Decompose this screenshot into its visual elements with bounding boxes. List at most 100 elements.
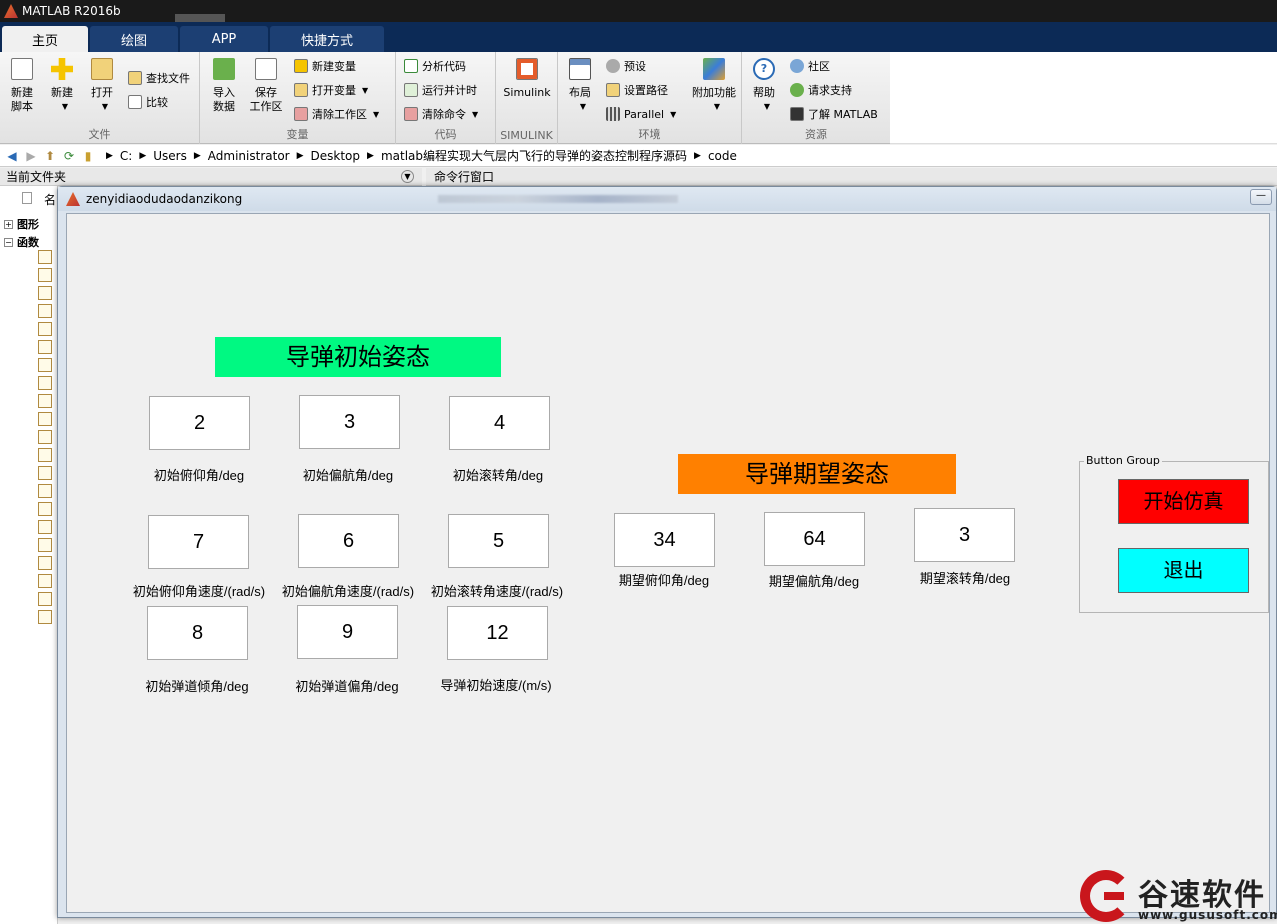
new-script-button[interactable]: 新建 脚本	[2, 58, 42, 114]
breadcrumb-segment[interactable]: Users	[153, 149, 187, 163]
mfile-icon[interactable]	[38, 286, 52, 300]
init-roll-input[interactable]: 4	[449, 396, 550, 450]
mfile-icon[interactable]	[38, 592, 52, 606]
forward-icon[interactable]: ▶	[23, 149, 39, 163]
mfile-icon[interactable]	[38, 412, 52, 426]
init-speed-input[interactable]: 12	[447, 606, 548, 660]
layout-button[interactable]: 布局 ▼	[560, 58, 600, 114]
collapse-icon[interactable]: −	[4, 237, 13, 247]
run-and-time-button[interactable]: 运行并计时	[404, 80, 477, 100]
mfile-icon[interactable]	[38, 340, 52, 354]
up-folder-icon[interactable]: ⬆	[42, 149, 58, 163]
set-path-icon	[606, 83, 620, 97]
new-variable-button[interactable]: 新建变量	[294, 56, 356, 76]
mfile-icon[interactable]	[38, 358, 52, 372]
save-workspace-button[interactable]: 保存 工作区	[246, 58, 286, 114]
browse-icon[interactable]: ⟳	[61, 149, 77, 163]
group-variable: 导入 数据 保存 工作区 新建变量 打开变量 ▼ 清除工作区 ▼ 变量	[200, 52, 396, 144]
desired-roll-label: 期望滚转角/deg	[919, 571, 1011, 586]
desired-roll-input[interactable]: 3	[914, 508, 1015, 562]
mfile-icon[interactable]	[38, 268, 52, 282]
help-icon: ?	[753, 58, 775, 80]
init-roll-label: 初始滚转角/deg	[452, 468, 544, 483]
group-code: 分析代码 运行并计时 清除命令 ▼ 代码	[396, 52, 496, 144]
learn-icon	[790, 107, 804, 121]
eraser-icon	[404, 107, 418, 121]
mfile-icon[interactable]	[38, 538, 52, 552]
name-column-header[interactable]: 名	[44, 191, 56, 208]
community-button[interactable]: 社区	[790, 56, 830, 76]
open-variable-button[interactable]: 打开变量 ▼	[294, 80, 368, 100]
breadcrumb-segment[interactable]: Desktop	[311, 149, 361, 163]
matlab-logo-icon	[66, 192, 80, 206]
chevron-down-icon: ▼	[101, 102, 109, 111]
mfile-icon[interactable]	[38, 574, 52, 588]
mfile-icon[interactable]	[38, 322, 52, 336]
compare-button[interactable]: 比较	[128, 92, 168, 112]
parallel-button[interactable]: Parallel ▼	[606, 104, 676, 124]
help-button[interactable]: ? 帮助 ▼	[744, 58, 784, 114]
mfile-icon[interactable]	[38, 250, 52, 264]
exit-button[interactable]: 退出	[1118, 548, 1249, 593]
init-yaw-input[interactable]: 3	[299, 395, 400, 449]
tab-apps[interactable]: APP	[180, 26, 268, 52]
back-icon[interactable]: ◀	[4, 149, 20, 163]
chevron-down-icon[interactable]: ▼	[401, 170, 414, 183]
addons-button[interactable]: 附加功能 ▼	[690, 58, 738, 114]
analyze-code-button[interactable]: 分析代码	[404, 56, 466, 76]
minimize-icon[interactable]: —	[1250, 189, 1272, 205]
breadcrumb-segment[interactable]: code	[708, 149, 737, 163]
brand-logo-icon	[1080, 870, 1132, 922]
tab-plots[interactable]: 绘图	[90, 26, 178, 52]
clear-commands-button[interactable]: 清除命令 ▼	[404, 104, 478, 124]
desired-yaw-input[interactable]: 64	[764, 512, 865, 566]
mfile-icon[interactable]	[38, 610, 52, 624]
preferences-button[interactable]: 预设	[606, 56, 646, 76]
mfile-icon[interactable]	[38, 484, 52, 498]
breadcrumb-segment[interactable]: matlab编程实现大气层内飞行的导弹的姿态控制程序源码	[381, 147, 687, 164]
expand-icon[interactable]: +	[4, 219, 13, 229]
mfile-icon[interactable]	[38, 556, 52, 570]
init-pitch-rate-input[interactable]: 7	[148, 515, 249, 569]
window-title: MATLAB R2016b	[22, 4, 121, 18]
simulink-button[interactable]: Simulink	[502, 58, 552, 100]
run-and-time-icon	[404, 83, 418, 97]
group-label-environment: 环境	[638, 128, 661, 141]
set-path-button[interactable]: 设置路径	[606, 80, 668, 100]
import-icon	[213, 58, 235, 80]
mfile-icon[interactable]	[38, 466, 52, 480]
mfile-icon[interactable]	[38, 502, 52, 516]
request-support-button[interactable]: 请求支持	[790, 80, 852, 100]
init-roll-rate-input[interactable]: 5	[448, 514, 549, 568]
mfile-icon[interactable]	[38, 394, 52, 408]
mfile-icon[interactable]	[38, 304, 52, 318]
mfile-icon[interactable]	[38, 448, 52, 462]
tab-shortcuts[interactable]: 快捷方式	[270, 26, 384, 52]
init-pitch-input[interactable]: 2	[149, 396, 250, 450]
import-data-button[interactable]: 导入 数据	[204, 58, 244, 114]
figure-canvas: 导弹初始姿态 2 3 4 初始俯仰角/deg 初始偏航角/deg 初始滚转角/d…	[66, 213, 1270, 913]
chevron-right-icon: ▶	[296, 150, 304, 161]
open-button[interactable]: 打开 ▼	[82, 58, 122, 114]
clear-workspace-button[interactable]: 清除工作区 ▼	[294, 104, 379, 124]
init-trajectory-yaw-input[interactable]: 9	[297, 605, 398, 659]
group-file: 新建 脚本 新建 ▼ 打开 ▼ 查找文件 比较 文件	[0, 52, 200, 144]
breadcrumb-segment[interactable]: C:	[120, 149, 132, 163]
mfile-icon[interactable]	[38, 376, 52, 390]
desired-pitch-input[interactable]: 34	[614, 513, 715, 567]
new-button[interactable]: 新建 ▼	[42, 58, 82, 114]
button-group: Button Group 开始仿真 退出	[1079, 454, 1269, 613]
init-trajectory-inclination-input[interactable]: 8	[147, 606, 248, 660]
breadcrumb-segment[interactable]: Administrator	[208, 149, 290, 163]
init-yaw-rate-input[interactable]: 6	[298, 514, 399, 568]
mfile-icon[interactable]	[38, 520, 52, 534]
mfile-icon[interactable]	[38, 430, 52, 444]
tree-node-functions[interactable]: − 函数	[4, 234, 39, 250]
group-label-code: 代码	[434, 128, 457, 141]
blurred-area	[175, 14, 225, 22]
find-files-button[interactable]: 查找文件	[128, 68, 190, 88]
learn-matlab-button[interactable]: 了解 MATLAB	[790, 104, 878, 124]
tab-home[interactable]: 主页	[2, 26, 88, 52]
start-simulation-button[interactable]: 开始仿真	[1118, 479, 1249, 524]
tree-node-graphics[interactable]: + 图形	[4, 216, 39, 232]
